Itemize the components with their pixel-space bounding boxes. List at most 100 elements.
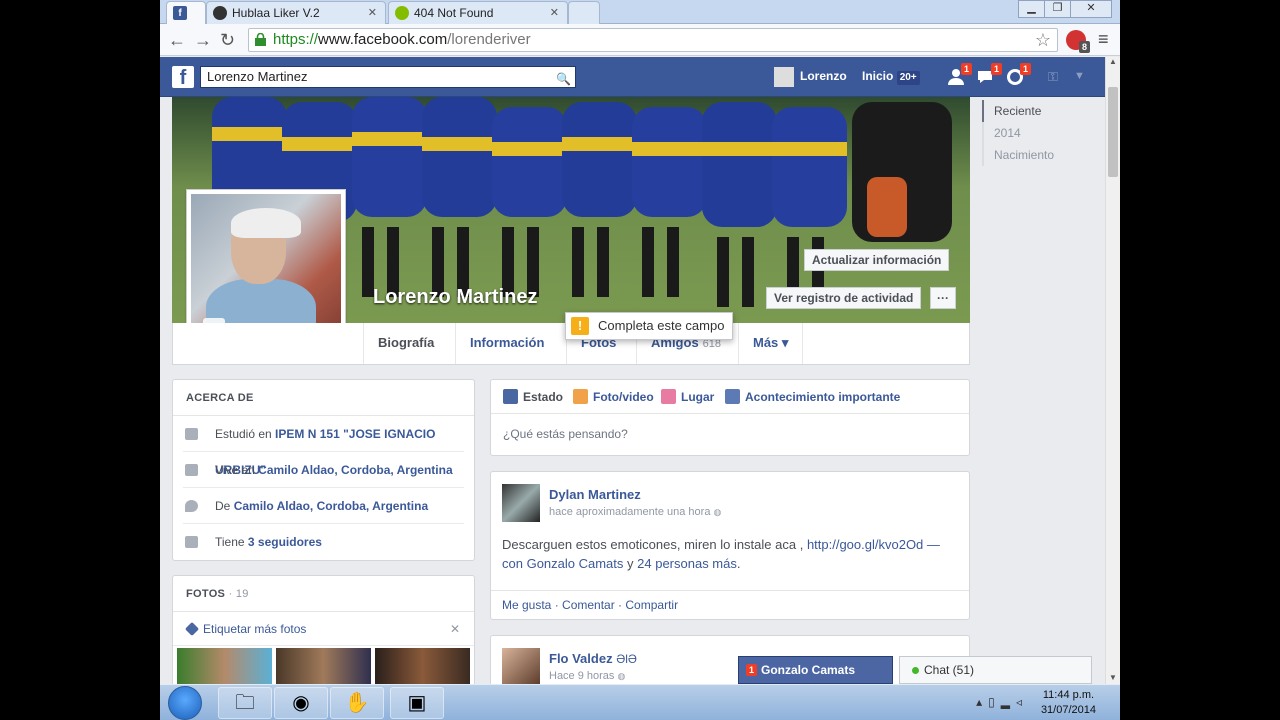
notifications-globe-icon[interactable]: 1 bbox=[1005, 63, 1031, 87]
address-bar[interactable]: https://www.facebook.com/lorenderiver ☆ bbox=[248, 28, 1058, 52]
tag-icon bbox=[184, 621, 200, 637]
bookmark-star-icon[interactable]: ☆ bbox=[1035, 29, 1051, 51]
tab-hublaa[interactable]: Hublaa Liker V.2 ✕ bbox=[206, 1, 386, 24]
window-icon[interactable]: ▣ bbox=[390, 687, 444, 719]
chat-tab-gonzalo[interactable]: 1 Gonzalo Camats bbox=[738, 656, 893, 684]
avatar[interactable] bbox=[774, 67, 794, 87]
tray-arrow-icon[interactable]: ▴ bbox=[976, 695, 988, 709]
timeline-item-nacimiento[interactable]: Nacimiento bbox=[982, 144, 1054, 166]
chrome-icon[interactable]: ◉ bbox=[274, 687, 328, 719]
tag-photos-label[interactable]: Etiquetar más fotos bbox=[203, 622, 306, 636]
photo-thumbnail[interactable] bbox=[375, 648, 470, 684]
post-timestamp[interactable]: hace aproximadamente una hora ◍ bbox=[549, 506, 721, 518]
chat-tab-badge: 1 bbox=[746, 664, 758, 676]
composer-tab-photo[interactable]: Foto/video bbox=[573, 389, 654, 404]
back-icon[interactable]: ← bbox=[168, 30, 186, 51]
scroll-thumb[interactable] bbox=[1108, 87, 1118, 177]
vertical-scrollbar[interactable]: ▲ ▼ bbox=[1105, 57, 1120, 684]
more-options-button[interactable]: ··· bbox=[930, 287, 956, 309]
post-body: Descarguen estos emoticones, miren lo in… bbox=[502, 535, 957, 573]
composer-tab-place[interactable]: Lugar bbox=[661, 389, 715, 404]
maximize-icon[interactable]: ❐ bbox=[1044, 0, 1071, 18]
location-pin-icon bbox=[185, 500, 198, 512]
chevron-down-icon[interactable]: ▼ bbox=[1074, 70, 1094, 90]
tagged-person-link[interactable]: Gonzalo Camats bbox=[527, 556, 624, 571]
reload-icon[interactable]: ↻ bbox=[220, 30, 235, 51]
tab-informacion[interactable]: Información bbox=[455, 323, 558, 364]
clock[interactable]: 11:44 p.m. 31/07/2014 bbox=[1041, 688, 1096, 718]
photo-thumbnail[interactable] bbox=[276, 648, 371, 684]
close-icon[interactable]: ✕ bbox=[550, 6, 559, 19]
composer-tab-label: Acontecimiento importante bbox=[745, 390, 901, 404]
close-icon[interactable]: ✕ bbox=[368, 6, 377, 19]
user-name-link[interactable]: Lorenzo bbox=[800, 69, 847, 83]
comment-button[interactable]: Comentar bbox=[562, 598, 615, 612]
tab-strip: f Hublaa Liker V.2 ✕ 404 Not Found ✕ ▁ ❐… bbox=[160, 0, 1120, 24]
timeline-item-reciente[interactable]: Reciente bbox=[982, 100, 1054, 122]
about-row-followers: Tiene 3 seguidores bbox=[183, 524, 464, 560]
share-button[interactable]: Compartir bbox=[625, 598, 678, 612]
flash-drive-icon[interactable]: ▯ bbox=[988, 695, 1001, 709]
composer-input[interactable]: ¿Qué estás pensando? bbox=[503, 427, 628, 441]
tag-photos-row[interactable]: Etiquetar más fotos ✕ bbox=[173, 612, 474, 646]
tab-label: Información bbox=[470, 335, 545, 350]
others-link[interactable]: 24 personas más bbox=[637, 556, 737, 571]
search-input[interactable]: Lorenzo Martinez 🔍 bbox=[200, 66, 576, 88]
about-text: Vive en bbox=[215, 463, 259, 477]
tab-404[interactable]: 404 Not Found ✕ bbox=[388, 1, 568, 24]
extension-icon[interactable]: 8 bbox=[1066, 30, 1090, 53]
new-tab-button[interactable] bbox=[568, 1, 600, 24]
timeline-item-2014[interactable]: 2014 bbox=[982, 122, 1054, 144]
signal-icon[interactable]: ▂ bbox=[1001, 695, 1016, 709]
tab-facebook[interactable]: f bbox=[166, 1, 206, 24]
app-icon[interactable]: ✋ bbox=[330, 687, 384, 719]
search-icon[interactable]: 🔍 bbox=[556, 69, 571, 89]
composer-tab-life-event[interactable]: Acontecimiento importante bbox=[725, 389, 901, 404]
about-link[interactable]: Camilo Aldao, Cordoba, Argentina bbox=[258, 463, 452, 477]
menu-icon[interactable]: ≡ bbox=[1098, 29, 1109, 50]
facebook-top-bar: f Lorenzo Martinez 🔍 Lorenzo Inicio 20+ … bbox=[160, 57, 1105, 97]
avatar[interactable] bbox=[502, 484, 540, 522]
close-icon[interactable]: ✕ bbox=[450, 612, 460, 646]
minimize-icon[interactable]: ▁ bbox=[1018, 0, 1045, 18]
composer-tab-label: Lugar bbox=[681, 390, 715, 404]
tab-mas[interactable]: Más ▾ bbox=[738, 323, 804, 364]
post-author[interactable]: Flo Valdez bbox=[549, 651, 613, 666]
privacy-shortcuts-icon[interactable]: ⚿ bbox=[1048, 69, 1068, 89]
scroll-down-icon[interactable]: ▼ bbox=[1106, 673, 1120, 682]
chat-sidebar-button[interactable]: Chat (51) bbox=[899, 656, 1092, 684]
messages-icon[interactable]: 1 bbox=[976, 63, 1002, 87]
home-icon bbox=[185, 464, 198, 476]
update-info-button[interactable]: Actualizar información bbox=[804, 249, 950, 271]
avatar[interactable] bbox=[502, 648, 540, 684]
facebook-logo-icon[interactable]: f bbox=[172, 66, 194, 89]
pencil-icon bbox=[503, 389, 518, 404]
start-button-icon[interactable] bbox=[168, 686, 202, 720]
rss-icon bbox=[185, 536, 198, 548]
tab-biografia[interactable]: Biografía bbox=[363, 323, 448, 364]
timeline-nav: Reciente 2014 Nacimiento bbox=[982, 100, 1054, 166]
forward-icon[interactable]: → bbox=[194, 30, 212, 51]
activity-log-button[interactable]: Ver registro de actividad bbox=[766, 287, 922, 309]
home-label: Inicio bbox=[862, 69, 894, 83]
scroll-up-icon[interactable]: ▲ bbox=[1106, 57, 1120, 66]
home-link[interactable]: Inicio 20+ bbox=[862, 69, 920, 85]
friend-requests-icon[interactable]: 1 bbox=[946, 63, 972, 87]
post-link[interactable]: http://goo.gl/kvo2Od bbox=[807, 537, 923, 552]
like-button[interactable]: Me gusta bbox=[502, 598, 551, 612]
photos-title[interactable]: FOTOS bbox=[186, 588, 225, 600]
speaker-icon[interactable]: ◃ bbox=[1016, 695, 1028, 709]
composer-tab-estado[interactable]: Estado bbox=[503, 389, 563, 404]
online-dot-icon bbox=[912, 667, 919, 674]
explorer-icon[interactable]: 🗀 bbox=[218, 687, 272, 719]
photo-thumbnail[interactable] bbox=[177, 648, 272, 684]
post-timestamp[interactable]: Hace 9 horas ◍ bbox=[549, 670, 625, 682]
about-text: De bbox=[215, 499, 234, 513]
about-link[interactable]: Camilo Aldao, Cordoba, Argentina bbox=[234, 499, 428, 513]
friend-requests-badge: 1 bbox=[960, 63, 972, 75]
post-author[interactable]: Dylan Martinez bbox=[549, 487, 641, 502]
about-link[interactable]: 3 seguidores bbox=[248, 535, 322, 549]
profile-name[interactable]: Lorenzo Martinez bbox=[373, 286, 537, 309]
close-window-icon[interactable]: ✕ bbox=[1070, 0, 1112, 18]
photos-box: FOTOS · 19 Etiquetar más fotos ✕ bbox=[172, 575, 475, 684]
